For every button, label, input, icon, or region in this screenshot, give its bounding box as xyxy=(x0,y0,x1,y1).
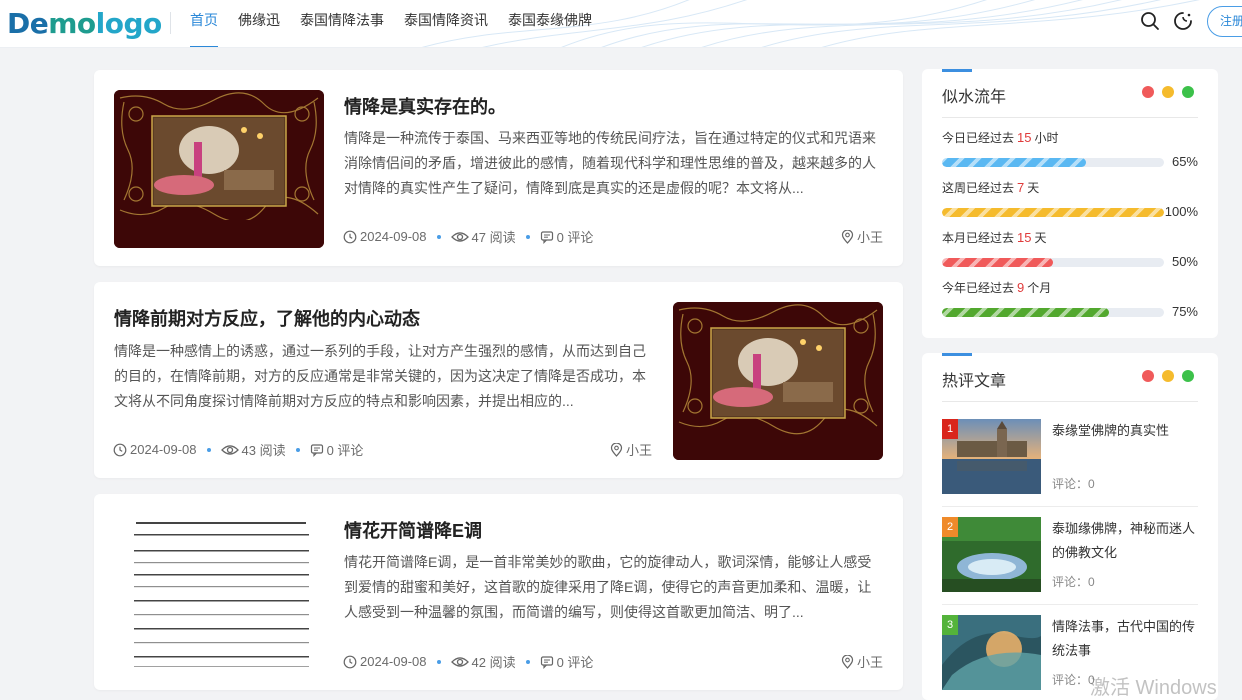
yellow-dot xyxy=(1162,86,1174,98)
article-author[interactable]: 小王 xyxy=(841,227,883,246)
meta-comments: 0 评论 xyxy=(540,227,593,246)
widget-divider xyxy=(942,117,1198,118)
item-divider xyxy=(942,604,1198,605)
nav-item-amulets[interactable]: 泰国泰缘佛牌 xyxy=(508,0,592,47)
red-dot xyxy=(1142,86,1154,98)
meta-date: 2024-09-08 xyxy=(113,442,197,457)
nav-item-love-news[interactable]: 泰国情降资讯 xyxy=(404,0,488,47)
windows-activation-watermark: 激活 Windows xyxy=(1090,677,1217,699)
nav-item-love-ritual[interactable]: 泰国情降法事 xyxy=(300,0,384,47)
widget-accent xyxy=(942,353,972,356)
eye-icon xyxy=(450,656,469,667)
time-progress-widget: 似水流年 今日已经过去 15 小时 65% 这周已经过去 7 天 100% 本月已经过去… xyxy=(922,69,1218,338)
hot-articles-widget: 热评文章 1 泰缘堂佛牌的真实性 评论：0 2 泰珈缘佛牌，神秘而迷人的佛教文化… xyxy=(922,353,1218,700)
site-logo[interactable]: De mo logo xyxy=(7,4,162,42)
item-divider xyxy=(942,506,1198,507)
hot-article-title[interactable]: 泰珈缘佛牌，神秘而迷人的佛教文化 xyxy=(1052,517,1198,565)
window-dots xyxy=(1134,86,1194,98)
top-header: De mo logo 首页 佛缘迅 泰国情降法事 泰国情降资讯 泰国泰缘佛牌 注册 xyxy=(0,0,1242,48)
article-thumbnail[interactable] xyxy=(114,90,324,248)
progress-bar-week xyxy=(942,208,1164,217)
hot-article-comments: 评论：0 xyxy=(1052,575,1095,589)
nav-item-foyuanxun[interactable]: 佛缘迅 xyxy=(238,0,280,47)
eye-icon xyxy=(450,231,469,242)
comment-icon xyxy=(540,655,553,669)
theme-toggle-icon[interactable] xyxy=(1173,11,1193,31)
progress-bar-month xyxy=(942,258,1164,267)
article-title[interactable]: 情降前期对方反应，了解他的内心动态 xyxy=(114,305,420,331)
article-thumbnail[interactable] xyxy=(673,302,883,460)
article-excerpt: 情降是一种流传于泰国、马来西亚等地的传统民间疗法，旨在通过特定的仪式和咒语来消除… xyxy=(344,130,876,196)
progress-label-today: 今日已经过去 15 小时 xyxy=(942,130,1059,145)
widget-accent xyxy=(942,69,972,72)
article-thumbnail[interactable] xyxy=(114,514,324,672)
location-icon xyxy=(610,442,623,457)
article-meta: 2024-09-08 47 阅读 0 评论 xyxy=(343,227,593,246)
widget-divider xyxy=(942,401,1198,402)
article-meta: 2024-09-08 42 阅读 0 评论 xyxy=(343,652,593,671)
rank-badge: 3 xyxy=(942,615,958,635)
article-card[interactable]: 情降是真实存在的。 情降是一种流传于泰国、马来西亚等地的传统民间疗法，旨在通过特… xyxy=(94,70,903,266)
hot-article-item[interactable]: 1 泰缘堂佛牌的真实性 评论：0 xyxy=(942,419,1198,507)
rank-badge: 1 xyxy=(942,419,958,439)
green-dot xyxy=(1182,370,1194,382)
green-dot xyxy=(1182,86,1194,98)
location-icon xyxy=(841,654,854,669)
hot-article-item[interactable]: 2 泰珈缘佛牌，神秘而迷人的佛教文化 评论：0 xyxy=(942,517,1198,605)
article-title[interactable]: 情花开简谱降E调 xyxy=(344,517,482,543)
comment-icon xyxy=(540,230,553,244)
meta-views: 47 阅读 xyxy=(450,227,516,246)
article-author[interactable]: 小王 xyxy=(841,652,883,671)
widget-title: 热评文章 xyxy=(942,373,1007,390)
clock-icon xyxy=(343,230,357,243)
article-author[interactable]: 小王 xyxy=(610,440,652,459)
clock-icon xyxy=(113,443,127,456)
meta-views: 42 阅读 xyxy=(450,652,516,671)
meta-date: 2024-09-08 xyxy=(343,229,427,244)
meta-views: 43 阅读 xyxy=(220,440,286,459)
register-button[interactable]: 注册 xyxy=(1207,6,1242,37)
widget-title: 似水流年 xyxy=(942,89,1007,106)
hot-article-comments: 评论：0 xyxy=(1052,477,1095,491)
meta-date: 2024-09-08 xyxy=(343,654,427,669)
main-nav: 首页 佛缘迅 泰国情降法事 泰国情降资讯 泰国泰缘佛牌 xyxy=(190,0,612,47)
logo-divider xyxy=(170,12,171,34)
yellow-dot xyxy=(1162,370,1174,382)
progress-percent-today: 65% xyxy=(1171,154,1198,169)
window-dots xyxy=(1134,370,1194,382)
progress-label-week: 这周已经过去 7 天 xyxy=(942,180,1040,195)
article-title[interactable]: 情降是真实存在的。 xyxy=(344,93,506,119)
article-meta: 2024-09-08 43 阅读 0 评论 xyxy=(113,440,363,459)
header-wave-decoration xyxy=(421,0,1200,47)
clock-icon xyxy=(343,655,357,668)
progress-bar-year xyxy=(942,308,1164,317)
progress-bar-today xyxy=(942,158,1164,167)
article-card[interactable]: 情降前期对方反应，了解他的内心动态 情降是一种感情上的诱惑，通过一系列的手段，让… xyxy=(94,282,903,478)
article-excerpt: 情降是一种感情上的诱惑，通过一系列的手段，让对方产生强烈的感情，从而达到自己的目… xyxy=(114,343,646,409)
hot-article-title[interactable]: 泰缘堂佛牌的真实性 xyxy=(1052,419,1198,443)
progress-label-year: 今年已经过去 9 个月 xyxy=(942,280,1052,295)
progress-percent-week: 100% xyxy=(1164,204,1198,219)
progress-percent-year: 75% xyxy=(1171,304,1198,319)
hot-article-title[interactable]: 情降法事，古代中国的传统法事 xyxy=(1052,615,1198,663)
nav-item-home[interactable]: 首页 xyxy=(190,0,218,47)
meta-comments: 0 评论 xyxy=(540,652,593,671)
location-icon xyxy=(841,229,854,244)
red-dot xyxy=(1142,370,1154,382)
progress-percent-month: 50% xyxy=(1171,254,1198,269)
article-excerpt: 情花开简谱降E调，是一首非常美妙的歌曲，它的旋律动人，歌词深情，能够让人感受到爱… xyxy=(344,554,872,620)
meta-comments: 0 评论 xyxy=(310,440,363,459)
hot-article-comments: 评论：0 xyxy=(1052,673,1095,687)
sheet-music-image xyxy=(114,514,324,672)
progress-label-month: 本月已经过去 15 天 xyxy=(942,230,1047,245)
article-card[interactable]: 情花开简谱降E调 情花开简谱降E调，是一首非常美妙的歌曲，它的旋律动人，歌词深情… xyxy=(94,494,903,690)
eye-icon xyxy=(220,444,239,455)
search-icon[interactable] xyxy=(1140,11,1160,31)
comment-icon xyxy=(310,443,323,457)
rank-badge: 2 xyxy=(942,517,958,537)
